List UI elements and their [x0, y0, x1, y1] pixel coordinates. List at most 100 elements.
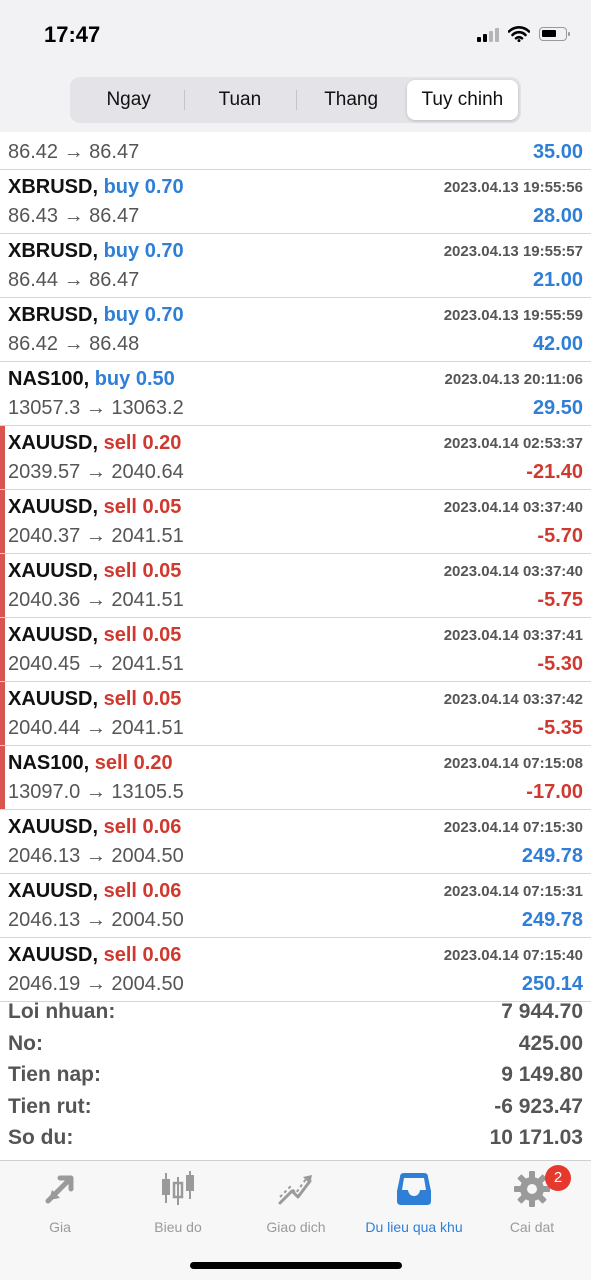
trade-profit: 21.00	[532, 269, 583, 291]
summary-row: Tien nap: 9 149.80	[0, 1061, 591, 1093]
notification-badge: 2	[545, 1165, 571, 1191]
trade-prices: 86.44 → 86.47	[8, 269, 140, 291]
trade-prices: 2046.13 → 2004.50	[8, 845, 184, 867]
quotes-arrows-icon	[40, 1169, 80, 1209]
summary-value: 9 149.80	[501, 1063, 583, 1086]
status-time: 17:47	[44, 22, 101, 47]
trade-row[interactable]: XAUUSD, sell 0.05 2023.04.14 03:37:40 2040…	[0, 490, 591, 554]
trade-row[interactable]: XAUUSD, sell 0.06 2023.04.14 07:15:40 2046…	[0, 938, 591, 1002]
trade-symbol: XAUUSD, sell 0.05	[8, 496, 181, 519]
trade-profit: -5.70	[537, 525, 583, 547]
trade-symbol: XAUUSD, sell 0.05	[8, 624, 181, 647]
trade-row[interactable]: XBRUSD, buy 0.70 2023.04.13 19:55:56 86.43…	[0, 170, 591, 234]
trade-symbol: XAUUSD, sell 0.20	[8, 432, 181, 455]
summary-value: -6 923.47	[494, 1094, 583, 1118]
trade-profit: 249.78	[521, 909, 583, 931]
tab-label: Cai dat	[509, 1219, 555, 1235]
trade-symbol-name: XAUUSD,	[8, 496, 99, 518]
trade-symbol: NAS100, buy 0.50	[8, 368, 175, 391]
tab-label: Bieu do	[154, 1219, 202, 1235]
battery-icon	[539, 27, 570, 41]
trade-side: sell 0.06	[103, 880, 182, 902]
period-segmented-control: Ngay Tuan Thang Tuy chinh	[70, 77, 521, 123]
summary-label: Tien nap:	[8, 1063, 101, 1086]
trade-prices: 2040.37 → 2041.51	[8, 525, 184, 547]
trade-row[interactable]: XAUUSD, sell 0.20 2023.04.14 02:53:37 2039…	[0, 426, 591, 490]
segment-3[interactable]: Tuy chinh	[406, 80, 518, 120]
tab-bieu-do[interactable]: Bieu do	[119, 1169, 237, 1239]
summary-label: So du:	[8, 1126, 74, 1149]
trade-symbol: XAUUSD, sell 0.06	[8, 816, 181, 839]
trade-time: 2023.04.14 03:37:40	[443, 499, 583, 516]
segment-2[interactable]: Thang	[295, 80, 407, 120]
trade-symbol-name: XAUUSD,	[8, 560, 99, 582]
summary-row: Loi nhuan: 7 944.70	[0, 998, 591, 1030]
trade-side: sell 0.05	[103, 624, 182, 646]
trade-row[interactable]: XAUUSD, sell 0.05 2023.04.14 03:37:41 2040…	[0, 618, 591, 682]
segment-1[interactable]: Tuan	[184, 80, 295, 120]
trade-side: sell 0.20	[103, 432, 182, 454]
trade-time: 2023.04.14 07:15:31	[443, 883, 583, 900]
trade-symbol-name: XAUUSD,	[8, 688, 99, 710]
tab-giao-dich[interactable]: Giao dich	[237, 1169, 355, 1239]
summary-value: 425.00	[518, 1031, 583, 1055]
tab-gia[interactable]: Gia	[1, 1169, 119, 1239]
status-icons	[477, 26, 570, 42]
trade-row[interactable]: XBRUSD, buy 0.70 2023.04.13 19:55:59 86.42…	[0, 298, 591, 362]
summary-row: No: 425.00	[0, 1030, 591, 1062]
trade-row[interactable]: XAUUSD, sell 0.05 2023.04.14 03:37:40 2040…	[0, 554, 591, 618]
trade-symbol-name: XBRUSD,	[8, 240, 99, 262]
trade-prices: 2046.13 → 2004.50	[8, 909, 184, 931]
trade-symbol-name: XBRUSD,	[8, 176, 99, 198]
trade-symbol-name: XAUUSD,	[8, 880, 99, 902]
trade-row[interactable]: XAUUSD, sell 0.05 2023.04.14 03:37:42 2040…	[0, 682, 591, 746]
trade-chart-icon	[276, 1169, 316, 1209]
trade-side: buy 0.70	[103, 176, 184, 198]
tab-du-lieu-qua-khu[interactable]: Du lieu qua khu	[355, 1169, 473, 1239]
trade-time: 2023.04.14 03:37:41	[443, 627, 583, 644]
trade-row[interactable]: XBRUSD, buy 0.70 2023.04.13 19:55:57 86.44…	[0, 234, 591, 298]
trade-side: buy 0.70	[103, 240, 184, 262]
trade-time: 2023.04.13 20:11:06	[444, 371, 583, 388]
trade-time: 2023.04.14 03:37:42	[443, 691, 583, 708]
cellular-signal-icon	[477, 26, 499, 42]
trade-side: sell 0.20	[94, 752, 173, 774]
trade-symbol-name: NAS100,	[8, 368, 90, 390]
trade-side: buy 0.70	[103, 304, 184, 326]
trade-row[interactable]: NAS100, buy 0.50 2023.04.13 20:11:06 13057…	[0, 362, 591, 426]
summary-label: No:	[8, 1031, 43, 1055]
summary-row: Tien rut: -6 923.47	[0, 1093, 591, 1125]
trade-symbol: XBRUSD, buy 0.70	[8, 304, 184, 327]
summary-row: So du: 10 171.03	[0, 1124, 591, 1156]
summary-label: Tien rut:	[8, 1094, 92, 1118]
trade-symbol: XAUUSD, sell 0.06	[8, 944, 181, 967]
trade-prices: 86.42 → 86.47	[8, 141, 140, 163]
trade-symbol: XAUUSD, sell 0.05	[8, 688, 181, 711]
summary-value: 7 944.70	[501, 1000, 583, 1023]
trade-symbol-name: XBRUSD,	[8, 304, 99, 326]
trade-profit: 29.50	[532, 397, 583, 419]
trade-time: 2023.04.14 07:15:30	[443, 819, 583, 836]
tab-cai-dat[interactable]: Cai dat 2	[473, 1165, 591, 1239]
trade-time: 2023.04.13 19:55:56	[443, 179, 583, 196]
trade-row[interactable]: NAS100, sell 0.20 2023.04.14 07:15:08 1309…	[0, 746, 591, 810]
trade-prices: 2040.44 → 2041.51	[8, 717, 184, 739]
trade-time: 2023.04.14 02:53:37	[443, 435, 583, 452]
trade-symbol: XAUUSD, sell 0.06	[8, 880, 181, 903]
trade-side: sell 0.05	[103, 688, 182, 710]
trade-time: 2023.04.14 07:15:08	[443, 755, 583, 772]
trade-symbol: XBRUSD, buy 0.70	[8, 176, 184, 199]
trade-side: buy 0.50	[94, 368, 175, 390]
header: 17:47 Ngay Tuan Thang Tuy chinh	[0, 0, 591, 132]
tab-label: Giao dich	[266, 1219, 326, 1235]
trade-symbol: NAS100, sell 0.20	[8, 752, 173, 775]
trade-time: 2023.04.13 19:55:57	[443, 243, 583, 260]
trade-row[interactable]: XAUUSD, sell 0.06 2023.04.14 07:15:30 2046…	[0, 810, 591, 874]
trade-row[interactable]: XAUUSD, sell 0.06 2023.04.14 07:15:31 2046…	[0, 874, 591, 938]
trade-prices: 13057.3 → 13063.2	[8, 397, 184, 419]
segment-0[interactable]: Ngay	[73, 80, 184, 120]
trade-profit: 42.00	[532, 333, 583, 355]
trade-profit: -5.35	[537, 717, 583, 739]
trade-prices: 2039.57 → 2040.64	[8, 461, 184, 483]
home-indicator	[190, 1262, 402, 1269]
